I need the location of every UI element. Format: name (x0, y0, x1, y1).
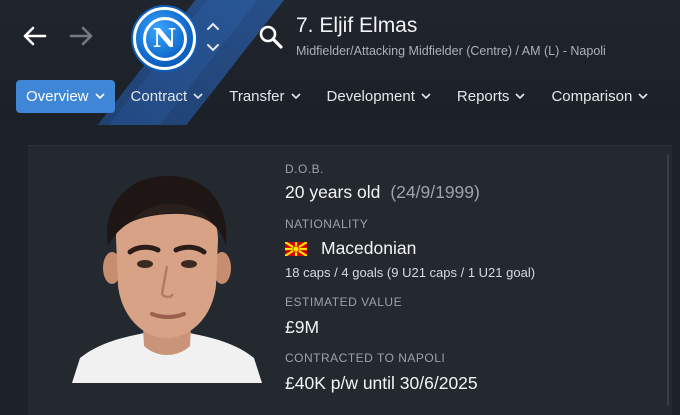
chevron-down-icon (290, 93, 301, 100)
nationality-text: Macedonian (321, 238, 417, 258)
contract-value: £40K p/w until 30/6/2025 (285, 373, 478, 393)
tab-reports[interactable]: Reports (447, 80, 536, 113)
club-crest[interactable]: N (133, 7, 196, 70)
chevron-down-icon (193, 93, 203, 100)
estimated-value: £9M (285, 317, 320, 337)
tab-label: Transfer (229, 88, 285, 105)
age-text: 20 years old (285, 182, 381, 202)
player-header: N 7. Eljif Elmas Midfielder/Attacking Mi… (0, 0, 680, 125)
tab-label: Contract (130, 88, 188, 105)
value-label: ESTIMATED VALUE (285, 295, 403, 309)
chevron-down-icon (421, 93, 431, 100)
player-switcher[interactable] (204, 22, 222, 52)
dob-value: 20 years old (24/9/1999) (285, 182, 480, 203)
arrow-right-icon (69, 26, 93, 46)
forward-button[interactable] (66, 20, 98, 52)
tab-bar: Overview Contract Transfer Development R… (16, 80, 664, 113)
chevron-down-icon (207, 44, 219, 52)
player-name: 7. Eljif Elmas (296, 14, 418, 37)
tab-comparison[interactable]: Comparison (541, 80, 658, 113)
nationality-label: NATIONALITY (285, 217, 369, 231)
macedonia-flag-icon (285, 241, 307, 256)
tab-development[interactable]: Development (317, 80, 441, 113)
player-photo (72, 168, 262, 383)
dob-date: (24/9/1999) (390, 182, 480, 202)
international-caps: 18 caps / 4 goals (9 U21 caps / 1 U21 go… (285, 265, 536, 280)
chevron-down-icon (638, 93, 648, 100)
tab-label: Overview (26, 88, 89, 105)
tab-overview[interactable]: Overview (16, 80, 115, 113)
chevron-up-icon (207, 22, 219, 30)
search-icon (259, 25, 283, 49)
dob-label: D.O.B. (285, 162, 325, 176)
nationality-value[interactable]: Macedonian (285, 238, 416, 259)
chevron-down-icon (94, 93, 105, 100)
chevron-down-icon (515, 93, 526, 100)
contract-label: CONTRACTED TO NAPOLI (285, 351, 446, 365)
search-button[interactable] (258, 24, 284, 50)
tab-label: Reports (456, 88, 510, 105)
back-button[interactable] (18, 20, 50, 52)
tab-label: Development (326, 88, 415, 105)
arrow-left-icon (23, 26, 47, 46)
scrollbar[interactable] (667, 155, 669, 405)
tab-transfer[interactable]: Transfer (219, 80, 310, 113)
tab-contract[interactable]: Contract (121, 80, 214, 113)
tab-label: Comparison (551, 88, 633, 105)
player-positions: Midfielder/Attacking Midfielder (Centre)… (296, 44, 606, 58)
club-crest-letter: N (142, 16, 187, 61)
